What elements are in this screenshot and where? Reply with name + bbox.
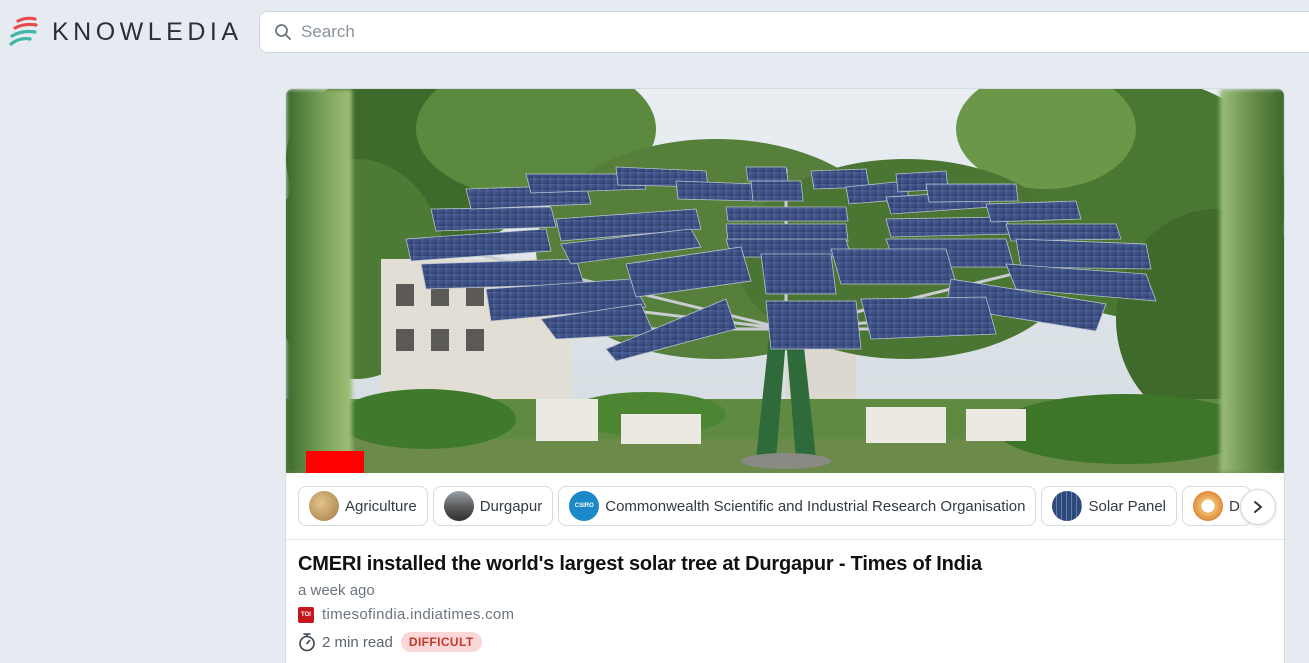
image-blur-right	[1220, 89, 1284, 473]
topic-chip-csiro[interactable]: CSIRO Commonwealth Scientific and Indust…	[558, 486, 1037, 526]
chip-label: Durgapur	[479, 497, 543, 515]
durgapur-thumb	[443, 491, 474, 521]
article-time-ago: a week ago	[298, 582, 375, 599]
d-topic-thumb	[1193, 491, 1224, 521]
image-blur-left	[286, 89, 352, 473]
topic-chip-solar-panel[interactable]: Solar Panel	[1041, 486, 1178, 526]
source-domain: timesofindia.indiatimes.com	[322, 606, 515, 623]
chips-next-button[interactable]	[1240, 489, 1276, 525]
solar-tree-photo	[286, 89, 1284, 473]
topic-chips: Agriculture Durgapur CSIRO Commonwealth …	[286, 473, 1284, 540]
article-hero-image[interactable]	[286, 89, 1284, 473]
stopwatch-icon	[299, 633, 315, 652]
times-of-india-icon: TOI	[298, 606, 314, 623]
article-source[interactable]: TOI timesofindia.indiatimes.com	[298, 606, 514, 623]
search-input[interactable]	[301, 22, 1201, 42]
search-icon	[275, 24, 291, 40]
article-meta: 2 min read DIFFICULT	[298, 632, 482, 652]
csiro-logo-icon: CSIRO	[569, 491, 600, 521]
publisher-red-tag	[306, 451, 364, 473]
chip-label: Solar Panel	[1088, 497, 1167, 515]
topic-chip-agriculture[interactable]: Agriculture	[298, 486, 428, 526]
topic-chip-durgapur[interactable]: Durgapur	[432, 486, 554, 526]
chevron-right-icon	[1254, 501, 1262, 513]
chip-label: Commonwealth Scientific and Industrial R…	[605, 497, 1026, 515]
app-logo[interactable]: KNOWLEDIA	[8, 14, 243, 50]
article-card[interactable]: Agriculture Durgapur CSIRO Commonwealth …	[285, 88, 1285, 663]
chip-label: D	[1229, 497, 1240, 515]
logo-mark-icon	[9, 16, 38, 46]
chip-label: Agriculture	[345, 497, 417, 515]
article-title[interactable]: CMERI installed the world's largest sola…	[298, 553, 982, 576]
agriculture-thumb	[309, 491, 339, 521]
brand-name: KNOWLEDIA	[52, 17, 243, 46]
read-time: 2 min read	[322, 633, 393, 651]
difficulty-badge: DIFFICULT	[400, 632, 482, 652]
search-bar[interactable]	[259, 11, 1309, 53]
solar-panel-thumb	[1052, 491, 1083, 521]
